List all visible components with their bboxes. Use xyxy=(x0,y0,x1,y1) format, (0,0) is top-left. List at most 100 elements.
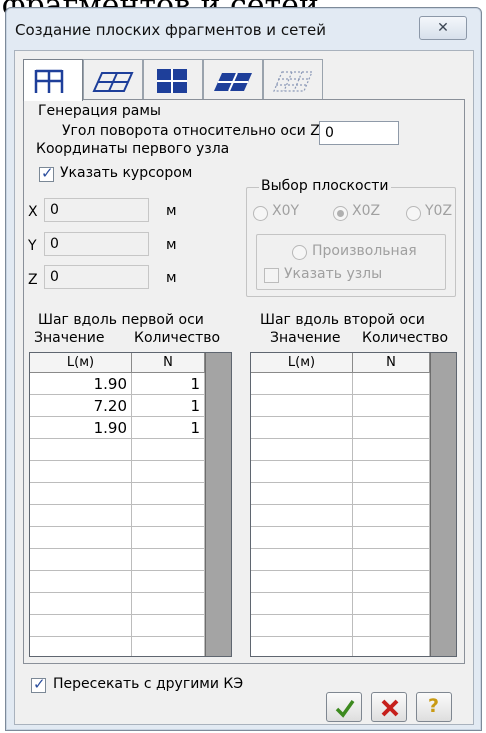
plane-radio-x0y[interactable] xyxy=(253,206,268,221)
axis1-cell-n[interactable]: 1 xyxy=(132,395,205,417)
rotation-input[interactable]: 0 xyxy=(319,121,399,145)
axis2-cell-n[interactable] xyxy=(353,483,430,505)
axis1-cell-n[interactable] xyxy=(132,439,205,461)
axis2-row[interactable] xyxy=(251,637,430,656)
axis2-cell-n[interactable] xyxy=(353,373,430,395)
axis1-cell-l[interactable] xyxy=(30,571,132,593)
title-bar[interactable]: Создание плоских фрагментов и сетей ✕ xyxy=(6,8,481,50)
axis1-cell-n[interactable] xyxy=(132,461,205,483)
axis1-row[interactable] xyxy=(30,549,205,571)
axis2-row[interactable] xyxy=(251,417,430,439)
help-button[interactable]: ? xyxy=(416,692,452,722)
axis2-row[interactable] xyxy=(251,395,430,417)
axis2-cell-n[interactable] xyxy=(353,549,430,571)
z-input[interactable]: 0 xyxy=(44,265,149,289)
x-input[interactable]: 0 xyxy=(44,198,149,222)
axis1-cell-n[interactable]: 1 xyxy=(132,417,205,439)
axis1-cell-l[interactable] xyxy=(30,549,132,571)
axis2-cell-n[interactable] xyxy=(353,571,430,593)
axis2-cell-l[interactable] xyxy=(251,373,353,395)
axis1-cell-l[interactable] xyxy=(30,527,132,549)
axis1-row[interactable] xyxy=(30,637,205,656)
axis2-cell-n[interactable] xyxy=(353,637,430,656)
axis1-cell-n[interactable] xyxy=(132,549,205,571)
tab-plate[interactable] xyxy=(83,59,143,99)
ok-button[interactable] xyxy=(326,692,362,722)
y-input[interactable]: 0 xyxy=(44,232,149,256)
axis2-cell-n[interactable] xyxy=(353,615,430,637)
axis1-cell-l[interactable] xyxy=(30,483,132,505)
cursor-checkbox[interactable] xyxy=(39,164,54,182)
tab-dotted-grid[interactable] xyxy=(263,59,323,99)
axis2-cell-l[interactable] xyxy=(251,483,353,505)
axis1-row[interactable]: 1.90 1 xyxy=(30,417,205,439)
axis2-cell-l[interactable] xyxy=(251,461,353,483)
axis2-cell-l[interactable] xyxy=(251,571,353,593)
cancel-button[interactable] xyxy=(371,692,407,722)
axis2-row[interactable] xyxy=(251,461,430,483)
axis2-cell-n[interactable] xyxy=(353,527,430,549)
axis2-cell-n[interactable] xyxy=(353,417,430,439)
axis1-cell-l[interactable] xyxy=(30,505,132,527)
axis1-cell-n[interactable] xyxy=(132,483,205,505)
axis2-cell-n[interactable] xyxy=(353,395,430,417)
axis1-row[interactable] xyxy=(30,461,205,483)
axis1-row[interactable] xyxy=(30,483,205,505)
intersect-checkbox[interactable] xyxy=(31,675,46,693)
axis2-cell-l[interactable] xyxy=(251,417,353,439)
close-button[interactable]: ✕ xyxy=(419,16,467,40)
arbitrary-radio[interactable] xyxy=(292,245,307,260)
axis1-cell-n[interactable] xyxy=(132,615,205,637)
axis2-row[interactable] xyxy=(251,549,430,571)
axis1-row[interactable] xyxy=(30,615,205,637)
axis1-row[interactable] xyxy=(30,439,205,461)
tab-skewed-plate[interactable] xyxy=(203,59,263,99)
tab-square-grid[interactable] xyxy=(143,59,203,99)
axis1-cell-n[interactable] xyxy=(132,637,205,656)
plane-radio-y0z[interactable] xyxy=(406,206,421,221)
axis1-row[interactable] xyxy=(30,571,205,593)
axis1-cell-l[interactable]: 7.20 xyxy=(30,395,132,417)
axis1-cell-l[interactable] xyxy=(30,461,132,483)
axis1-row[interactable] xyxy=(30,505,205,527)
axis1-row[interactable] xyxy=(30,593,205,615)
axis2-row[interactable] xyxy=(251,615,430,637)
axis1-cell-n[interactable] xyxy=(132,527,205,549)
axis2-row[interactable] xyxy=(251,483,430,505)
axis1-cell-n[interactable] xyxy=(132,571,205,593)
tab-frame[interactable] xyxy=(23,59,83,101)
axis1-table[interactable]: L(м) N 1.90 1 7.20 1 1.90 1 xyxy=(29,352,232,657)
axis2-row[interactable] xyxy=(251,527,430,549)
axis2-row[interactable] xyxy=(251,373,430,395)
axis2-cell-l[interactable] xyxy=(251,395,353,417)
axis1-cell-l[interactable] xyxy=(30,615,132,637)
plane-radio-x0z[interactable] xyxy=(333,206,348,221)
axis1-cell-l[interactable]: 1.90 xyxy=(30,373,132,395)
axis2-cell-l[interactable] xyxy=(251,527,353,549)
axis2-row[interactable] xyxy=(251,439,430,461)
axis1-row[interactable]: 7.20 1 xyxy=(30,395,205,417)
axis1-cell-l[interactable] xyxy=(30,593,132,615)
axis2-cell-n[interactable] xyxy=(353,505,430,527)
axis2-cell-l[interactable] xyxy=(251,439,353,461)
axis2-cell-l[interactable] xyxy=(251,549,353,571)
axis1-cell-n[interactable]: 1 xyxy=(132,373,205,395)
axis2-cell-l[interactable] xyxy=(251,505,353,527)
nodes-checkbox[interactable] xyxy=(264,268,279,283)
axis2-row[interactable] xyxy=(251,505,430,527)
axis1-row[interactable] xyxy=(30,527,205,549)
axis2-cell-l[interactable] xyxy=(251,637,353,656)
axis1-cell-n[interactable] xyxy=(132,505,205,527)
axis1-cell-l[interactable] xyxy=(30,637,132,656)
axis2-cell-n[interactable] xyxy=(353,461,430,483)
axis1-cell-l[interactable]: 1.90 xyxy=(30,417,132,439)
axis2-row[interactable] xyxy=(251,593,430,615)
axis2-cell-n[interactable] xyxy=(353,593,430,615)
axis1-cell-n[interactable] xyxy=(132,593,205,615)
axis2-cell-l[interactable] xyxy=(251,593,353,615)
axis2-table[interactable]: L(м) N xyxy=(250,352,457,657)
axis2-cell-l[interactable] xyxy=(251,615,353,637)
axis1-row[interactable]: 1.90 1 xyxy=(30,373,205,395)
axis1-cell-l[interactable] xyxy=(30,439,132,461)
axis2-cell-n[interactable] xyxy=(353,439,430,461)
